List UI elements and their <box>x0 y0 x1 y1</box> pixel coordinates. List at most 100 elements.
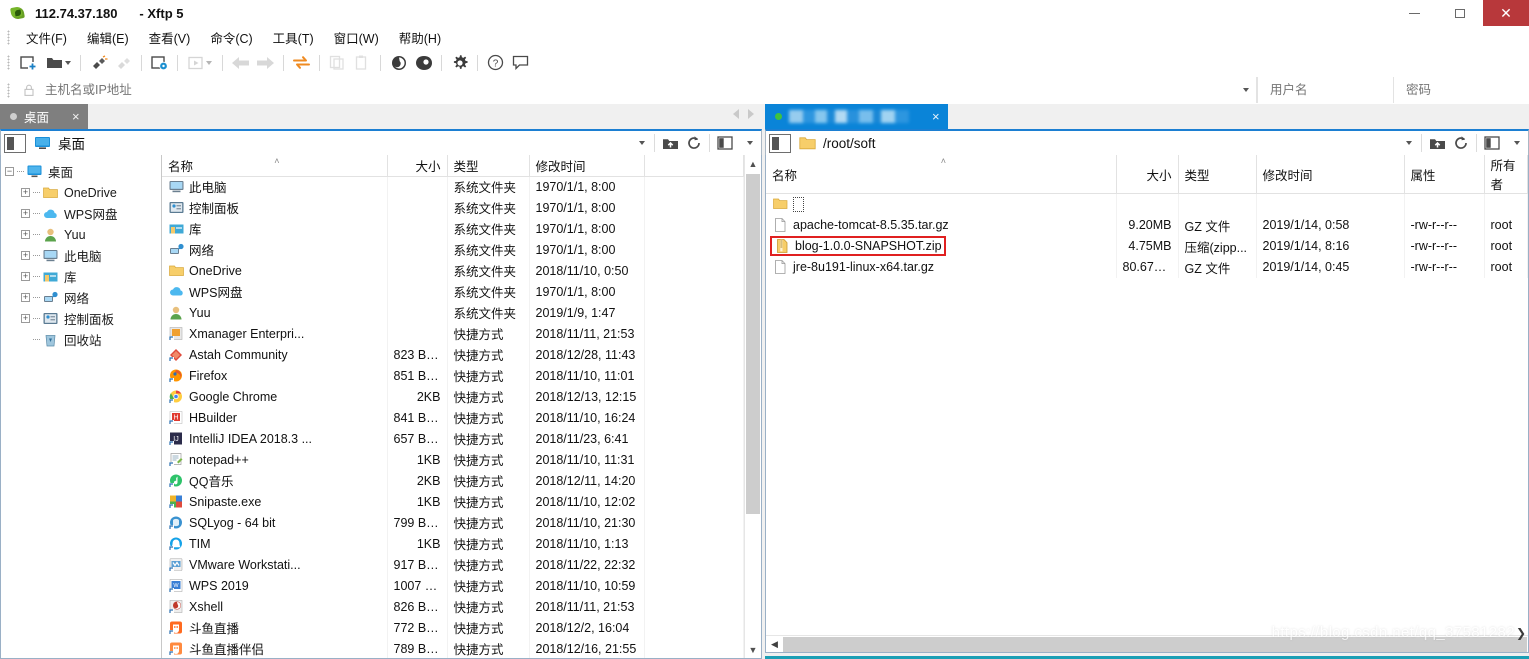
remote-col-perms[interactable]: 属性 <box>1404 155 1485 194</box>
cell-name[interactable]: OneDrive <box>162 260 388 281</box>
table-row[interactable]: jre-8u191-linux-x64.tar.gz 80.67MB GZ 文件 20… <box>766 256 1528 278</box>
cell-name[interactable]: 斗鱼直播伴侣 <box>162 638 388 658</box>
local-col-name[interactable]: 名称 ˄ <box>162 155 388 177</box>
table-row[interactable]: H HBuilder 841 Bytes 快捷方式 2018/11/10, 16:24 <box>162 407 744 428</box>
table-row[interactable]: QQ音乐 2KB 快捷方式 2018/12/11, 14:20 <box>162 470 744 491</box>
close-button[interactable]: ✕ <box>1483 0 1529 26</box>
local-view-mode-icon[interactable] <box>713 131 737 155</box>
table-row[interactable]: Xmanager Enterpri... 快捷方式 2018/11/11, 21:5… <box>162 323 744 344</box>
cell-name[interactable]: 此电脑 <box>162 176 388 197</box>
table-row[interactable]: 此电脑 系统文件夹 1970/1/1, 8:00 <box>162 176 744 197</box>
help-icon[interactable]: ? <box>483 51 508 74</box>
tree-expand-icon[interactable]: + <box>21 314 30 323</box>
cell-name[interactable]: 斗鱼直播 <box>162 617 388 638</box>
table-row[interactable]: SQLyog - 64 bit 799 Bytes 快捷方式 2018/11/10, … <box>162 512 744 533</box>
table-row[interactable]: 网络 系统文件夹 1970/1/1, 8:00 <box>162 239 744 260</box>
remote-horizontal-scrollbar[interactable]: ◀ <box>766 635 1528 652</box>
username-field[interactable] <box>1257 77 1393 103</box>
address-grip-handle[interactable] <box>7 82 10 98</box>
local-refresh-icon[interactable] <box>682 131 706 155</box>
remote-tree-toggle-icon[interactable] <box>769 133 791 153</box>
tree-node-recycle-bin[interactable]: 回收站 <box>5 329 161 350</box>
remote-path-text[interactable]: /root/soft <box>823 136 1398 151</box>
cell-name[interactable]: TIM <box>162 533 388 554</box>
gear-icon[interactable] <box>447 51 472 74</box>
tree-node-this-pc[interactable]: + 此电脑 <box>5 245 161 266</box>
cell-name[interactable]: QQ音乐 <box>162 470 388 491</box>
table-row[interactable]: 斗鱼直播伴侣 789 Byt... 快捷方式 2018/12/16, 21:55 <box>162 638 744 658</box>
local-path-text[interactable]: 桌面 <box>58 133 631 153</box>
local-file-list[interactable]: 名称 ˄ 大小 类型 修改时间 此电脑 系统文件夹 1970/1/1, 8:00 控制… <box>162 155 744 658</box>
remote-col-size[interactable]: 大小 <box>1116 155 1179 194</box>
table-row[interactable]: Google Chrome 2KB 快捷方式 2018/12/13, 12:15 <box>162 386 744 407</box>
table-row[interactable] <box>766 193 1528 215</box>
cell-name[interactable]: Snipaste.exe <box>162 491 388 512</box>
cell-name[interactable]: VMware Workstati... <box>162 554 388 575</box>
remote-col-modified[interactable]: 修改时间 <box>1256 155 1405 194</box>
password-input[interactable] <box>1404 82 1529 98</box>
table-row[interactable]: Xshell 826 Bytes 快捷方式 2018/11/11, 21:53 <box>162 596 744 617</box>
username-input[interactable] <box>1268 82 1393 98</box>
local-scroll-thumb[interactable] <box>746 174 760 514</box>
tab-local-desktop[interactable]: 桌面 × <box>0 104 88 129</box>
cell-name[interactable]: 控制面板 <box>162 197 388 218</box>
cell-name[interactable]: Google Chrome <box>162 386 388 407</box>
table-row[interactable]: Astah Community 823 Bytes 快捷方式 2018/12/28, … <box>162 344 744 365</box>
remote-col-name[interactable]: 名称 ˄ <box>766 155 1117 194</box>
local-parent-folder-icon[interactable] <box>658 131 682 155</box>
remote-col-type[interactable]: 类型 <box>1178 155 1257 194</box>
connect-icon[interactable] <box>86 51 111 74</box>
session-properties-icon[interactable] <box>147 51 172 74</box>
remote-refresh-icon[interactable] <box>1449 131 1473 155</box>
menu-command[interactable]: 命令(C) <box>200 26 262 49</box>
tree-expand-icon[interactable]: + <box>21 230 30 239</box>
cell-name[interactable]: Xmanager Enterpri... <box>162 323 388 344</box>
table-row[interactable]: 库 系统文件夹 1970/1/1, 8:00 <box>162 218 744 239</box>
tab-scroll-left-icon[interactable] <box>733 109 739 119</box>
remote-path-dropdown-icon[interactable] <box>1398 131 1418 155</box>
menu-tools[interactable]: 工具(T) <box>263 26 324 49</box>
menu-grip-handle[interactable] <box>7 30 10 45</box>
cell-name[interactable]: Yuu <box>162 302 388 323</box>
scroll-down-icon[interactable]: ▼ <box>745 641 761 658</box>
tab-remote-session[interactable]: × <box>765 104 948 129</box>
remote-col-owner[interactable]: 所有者 <box>1484 155 1528 194</box>
scroll-up-icon[interactable]: ▲ <box>745 155 761 172</box>
table-row[interactable]: OneDrive 系统文件夹 2018/11/10, 0:50 <box>162 260 744 281</box>
remote-parent-folder-icon[interactable] <box>1425 131 1449 155</box>
tree-node-wps-cloud[interactable]: + WPS网盘 <box>5 203 161 224</box>
local-vertical-scrollbar[interactable]: ▲ ▼ <box>744 155 761 658</box>
scroll-right-icon[interactable]: ❯ <box>1516 626 1526 640</box>
tree-expand-icon[interactable]: + <box>21 272 30 281</box>
table-row[interactable]: IJ IntelliJ IDEA 2018.3 ... 657 Bytes 快捷方式 2… <box>162 428 744 449</box>
menu-window[interactable]: 窗口(W) <box>324 26 389 49</box>
tree-node-onedrive[interactable]: + OneDrive <box>5 182 161 203</box>
cell-name[interactable]: Firefox <box>162 365 388 386</box>
cell-name[interactable]: W WPS 2019 <box>162 575 388 596</box>
table-row[interactable]: blog-1.0.0-SNAPSHOT.zip 4.75MB 压缩(zipp... 2… <box>766 235 1528 257</box>
tab-scroll-right-icon[interactable] <box>748 109 754 119</box>
table-row[interactable]: Firefox 851 Bytes 快捷方式 2018/11/10, 11:01 <box>162 365 744 386</box>
password-field[interactable] <box>1393 77 1529 103</box>
local-scroll-track[interactable] <box>745 172 761 641</box>
table-row[interactable]: WPS网盘 系统文件夹 1970/1/1, 8:00 <box>162 281 744 302</box>
xshell-icon[interactable] <box>386 51 411 74</box>
cell-name[interactable]: Xshell <box>162 596 388 617</box>
cell-name[interactable]: 网络 <box>162 239 388 260</box>
table-row[interactable]: VMware Workstati... 917 Bytes 快捷方式 2018/11/… <box>162 554 744 575</box>
table-row[interactable]: 控制面板 系统文件夹 1970/1/1, 8:00 <box>162 197 744 218</box>
host-history-dropdown-icon[interactable] <box>1234 77 1256 103</box>
tree-expand-icon[interactable]: + <box>21 188 30 197</box>
menu-edit[interactable]: 编辑(E) <box>77 26 139 49</box>
feedback-icon[interactable] <box>508 51 533 74</box>
cell-name[interactable]: blog-1.0.0-SNAPSHOT.zip <box>766 235 1117 257</box>
cell-name[interactable]: jre-8u191-linux-x64.tar.gz <box>766 256 1117 278</box>
local-col-type[interactable]: 类型 <box>447 155 530 177</box>
remote-hscroll-thumb[interactable] <box>783 636 1527 652</box>
local-path-dropdown-icon[interactable] <box>631 131 651 155</box>
tree-node-yuu[interactable]: + Yuu <box>5 224 161 245</box>
local-view-dropdown-icon[interactable] <box>737 131 761 155</box>
table-row[interactable]: notepad++ 1KB 快捷方式 2018/11/10, 11:31 <box>162 449 744 470</box>
remote-view-mode-icon[interactable] <box>1480 131 1504 155</box>
tree-expand-icon[interactable]: + <box>21 209 30 218</box>
